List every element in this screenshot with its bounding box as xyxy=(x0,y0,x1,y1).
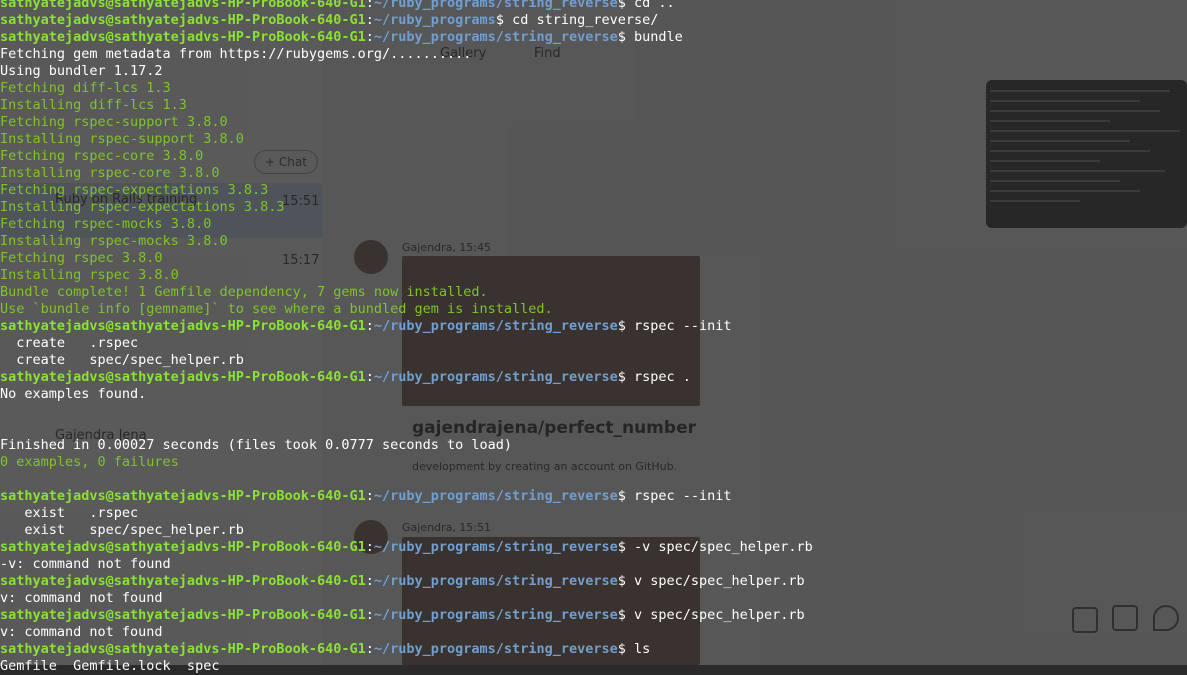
output-line-green: 0 examples, 0 failures xyxy=(0,454,179,470)
command-text: rspec . xyxy=(634,369,691,385)
command-text: rspec --init xyxy=(634,488,732,504)
prompt-line: sathyatejadvs@sathyatejadvs-HP-ProBook-6… xyxy=(0,369,1187,386)
prompt-line: sathyatejadvs@sathyatejadvs-HP-ProBook-6… xyxy=(0,0,1187,12)
prompt-user-host: sathyatejadvs@sathyatejadvs-HP-ProBook-6… xyxy=(0,641,366,657)
prompt-user-host: sathyatejadvs@sathyatejadvs-HP-ProBook-6… xyxy=(0,573,366,589)
prompt-separator: : xyxy=(365,641,374,657)
prompt-symbol: $ xyxy=(617,318,634,334)
command-text: v spec/spec_helper.rb xyxy=(634,573,805,589)
output-line: Fetching gem metadata from https://rubyg… xyxy=(0,46,472,62)
prompt-symbol: $ xyxy=(617,641,634,657)
prompt-path: ~/ruby_programs/string_reverse xyxy=(373,318,618,334)
command-text: v spec/spec_helper.rb xyxy=(634,607,805,623)
output-line: -v: command not found xyxy=(0,556,171,572)
output-line: No examples found. xyxy=(0,386,147,402)
prompt-line: sathyatejadvs@sathyatejadvs-HP-ProBook-6… xyxy=(0,641,1187,658)
prompt-path: ~/ruby_programs xyxy=(373,12,496,28)
prompt-symbol: $ xyxy=(495,12,513,28)
output-line-green: Installing rspec-mocks 3.8.0 xyxy=(0,233,228,249)
prompt-symbol: $ xyxy=(617,607,634,623)
prompt-separator: : xyxy=(365,369,374,385)
output-line: exist .rspec xyxy=(0,505,139,521)
prompt-symbol: $ xyxy=(617,539,634,555)
prompt-line: sathyatejadvs@sathyatejadvs-HP-ProBook-6… xyxy=(0,29,1187,46)
prompt-symbol: $ xyxy=(617,0,634,11)
output-line: v: command not found xyxy=(0,590,163,606)
prompt-user-host: sathyatejadvs@sathyatejadvs-HP-ProBook-6… xyxy=(0,369,366,385)
prompt-line: sathyatejadvs@sathyatejadvs-HP-ProBook-6… xyxy=(0,318,1187,335)
prompt-separator: : xyxy=(365,318,374,334)
output-line: Using bundler 1.17.2 xyxy=(0,63,163,79)
output-line-green: Bundle complete! 1 Gemfile dependency, 7… xyxy=(0,284,488,300)
output-line-green: Installing diff-lcs 1.3 xyxy=(0,97,187,113)
output-line-green: Fetching rspec-core 3.8.0 xyxy=(0,148,204,164)
output-line-green: Fetching diff-lcs 1.3 xyxy=(0,80,171,96)
output-line: Gemfile Gemfile.lock spec xyxy=(0,658,220,674)
prompt-line: sathyatejadvs@sathyatejadvs-HP-ProBook-6… xyxy=(0,12,1187,29)
output-line: Finished in 0.00027 seconds (files took … xyxy=(0,437,513,453)
output-line-green: Use `bundle info [gemname]` to see where… xyxy=(0,301,553,317)
prompt-line: sathyatejadvs@sathyatejadvs-HP-ProBook-6… xyxy=(0,539,1187,556)
output-line: exist spec/spec_helper.rb xyxy=(0,522,244,538)
command-text: cd string_reverse/ xyxy=(512,12,659,28)
output-line-green: Installing rspec-expectations 3.8.3 xyxy=(0,199,285,215)
output-line: create .rspec xyxy=(0,335,139,351)
output-line-green: Installing rspec-core 3.8.0 xyxy=(0,165,220,181)
output-line-green: Installing rspec 3.8.0 xyxy=(0,267,179,283)
prompt-user-host: sathyatejadvs@sathyatejadvs-HP-ProBook-6… xyxy=(0,29,366,45)
prompt-user-host: sathyatejadvs@sathyatejadvs-HP-ProBook-6… xyxy=(0,488,366,504)
prompt-separator: : xyxy=(365,539,374,555)
prompt-line: sathyatejadvs@sathyatejadvs-HP-ProBook-6… xyxy=(0,488,1187,505)
output-line: v: command not found xyxy=(0,624,163,640)
prompt-path: ~/ruby_programs/string_reverse xyxy=(373,573,618,589)
prompt-separator: : xyxy=(365,607,374,623)
prompt-user-host: sathyatejadvs@sathyatejadvs-HP-ProBook-6… xyxy=(0,0,366,11)
terminal-output[interactable]: sathyatejadvs@sathyatejadvs-HP-ProBook-6… xyxy=(0,0,1187,675)
prompt-symbol: $ xyxy=(617,29,634,45)
prompt-path: ~/ruby_programs/string_reverse xyxy=(373,0,618,11)
command-text: -v spec/spec_helper.rb xyxy=(634,539,813,555)
prompt-user-host: sathyatejadvs@sathyatejadvs-HP-ProBook-6… xyxy=(0,12,366,28)
prompt-separator: : xyxy=(365,573,374,589)
command-text: bundle xyxy=(634,29,683,45)
output-line-green: Fetching rspec-expectations 3.8.3 xyxy=(0,182,269,198)
prompt-separator: : xyxy=(365,12,374,28)
prompt-path: ~/ruby_programs/string_reverse xyxy=(373,641,618,657)
output-line: create spec/spec_helper.rb xyxy=(0,352,244,368)
prompt-symbol: $ xyxy=(617,488,634,504)
prompt-user-host: sathyatejadvs@sathyatejadvs-HP-ProBook-6… xyxy=(0,539,366,555)
output-line-green: Installing rspec-support 3.8.0 xyxy=(0,131,244,147)
output-line-green: Fetching rspec 3.8.0 xyxy=(0,250,163,266)
prompt-path: ~/ruby_programs/string_reverse xyxy=(373,539,618,555)
command-text: ls xyxy=(634,641,651,657)
command-text: cd .. xyxy=(634,0,675,11)
prompt-line: sathyatejadvs@sathyatejadvs-HP-ProBook-6… xyxy=(0,607,1187,624)
prompt-path: ~/ruby_programs/string_reverse xyxy=(373,29,618,45)
prompt-separator: : xyxy=(365,29,374,45)
prompt-user-host: sathyatejadvs@sathyatejadvs-HP-ProBook-6… xyxy=(0,318,366,334)
prompt-separator: : xyxy=(365,0,374,11)
output-line-green: Fetching rspec-support 3.8.0 xyxy=(0,114,228,130)
output-line-green: Fetching rspec-mocks 3.8.0 xyxy=(0,216,212,232)
prompt-symbol: $ xyxy=(617,369,634,385)
prompt-symbol: $ xyxy=(617,573,634,589)
command-text: rspec --init xyxy=(634,318,732,334)
prompt-path: ~/ruby_programs/string_reverse xyxy=(373,607,618,623)
prompt-line: sathyatejadvs@sathyatejadvs-HP-ProBook-6… xyxy=(0,573,1187,590)
prompt-user-host: sathyatejadvs@sathyatejadvs-HP-ProBook-6… xyxy=(0,607,366,623)
prompt-path: ~/ruby_programs/string_reverse xyxy=(373,488,618,504)
prompt-path: ~/ruby_programs/string_reverse xyxy=(373,369,618,385)
prompt-separator: : xyxy=(365,488,374,504)
